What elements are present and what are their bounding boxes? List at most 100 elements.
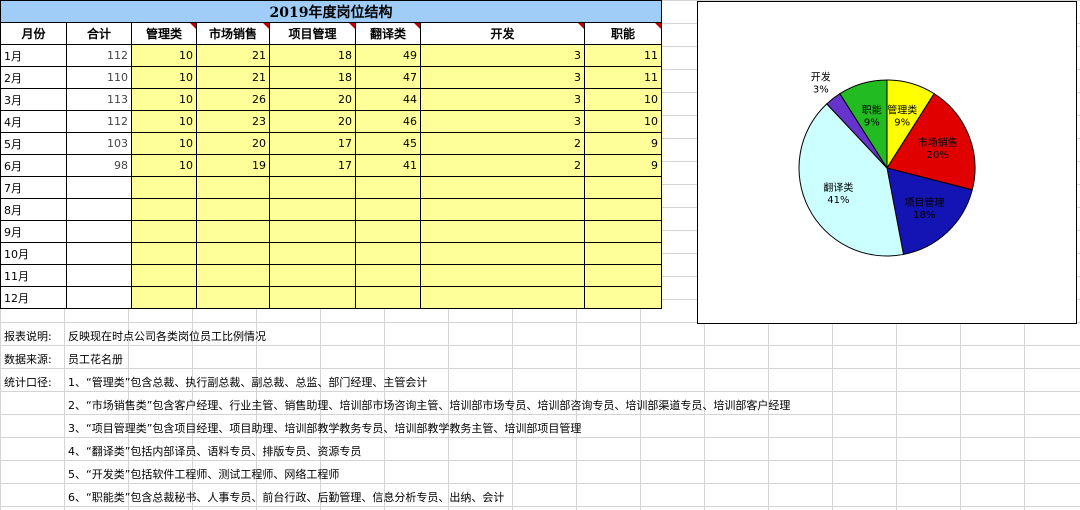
value-cell[interactable] [420,198,585,221]
value-cell[interactable] [196,242,270,265]
value-cell[interactable]: 18 [269,66,356,89]
month-cell[interactable]: 11月 [0,264,67,287]
value-cell[interactable]: 10 [131,154,197,177]
value-cell[interactable]: 47 [355,66,421,89]
value-cell[interactable] [355,286,421,309]
value-cell[interactable] [196,264,270,287]
total-cell[interactable]: 113 [66,88,132,111]
header-function[interactable]: 职能 [584,22,662,45]
total-cell[interactable] [66,242,132,265]
value-cell[interactable]: 3 [420,44,585,67]
value-cell[interactable] [269,286,356,309]
header-month[interactable]: 月份 [0,22,67,45]
value-cell[interactable] [420,176,585,199]
month-cell[interactable]: 12月 [0,286,67,309]
value-cell[interactable]: 9 [584,154,662,177]
month-cell[interactable]: 1月 [0,44,67,67]
value-cell[interactable] [131,264,197,287]
total-cell[interactable] [66,220,132,243]
value-cell[interactable] [584,264,662,287]
header-translation[interactable]: 翻译类 [355,22,421,45]
value-cell[interactable]: 49 [355,44,421,67]
value-cell[interactable]: 44 [355,88,421,111]
value-cell[interactable] [269,220,356,243]
header-total[interactable]: 合计 [66,22,132,45]
month-cell[interactable]: 2月 [0,66,67,89]
value-cell[interactable]: 2 [420,132,585,155]
month-cell[interactable]: 9月 [0,220,67,243]
value-cell[interactable] [420,220,585,243]
value-cell[interactable]: 41 [355,154,421,177]
month-cell[interactable]: 3月 [0,88,67,111]
value-cell[interactable] [196,220,270,243]
value-cell[interactable] [355,220,421,243]
value-cell[interactable]: 26 [196,88,270,111]
value-cell[interactable]: 20 [269,110,356,133]
value-cell[interactable]: 46 [355,110,421,133]
total-cell[interactable]: 110 [66,66,132,89]
value-cell[interactable]: 10 [584,88,662,111]
value-cell[interactable] [355,176,421,199]
value-cell[interactable]: 3 [420,88,585,111]
value-cell[interactable] [269,176,356,199]
value-cell[interactable]: 10 [131,88,197,111]
value-cell[interactable]: 10 [131,66,197,89]
value-cell[interactable]: 3 [420,110,585,133]
value-cell[interactable]: 10 [131,132,197,155]
total-cell[interactable] [66,264,132,287]
value-cell[interactable]: 2 [420,154,585,177]
month-cell[interactable]: 7月 [0,176,67,199]
value-cell[interactable]: 10 [131,110,197,133]
total-cell[interactable] [66,176,132,199]
header-management[interactable]: 管理类 [131,22,197,45]
value-cell[interactable]: 11 [584,44,662,67]
value-cell[interactable] [420,286,585,309]
total-cell[interactable]: 103 [66,132,132,155]
value-cell[interactable] [355,264,421,287]
month-cell[interactable]: 6月 [0,154,67,177]
value-cell[interactable] [131,176,197,199]
month-cell[interactable]: 4月 [0,110,67,133]
value-cell[interactable] [196,286,270,309]
value-cell[interactable] [269,264,356,287]
value-cell[interactable] [269,198,356,221]
header-sales[interactable]: 市场销售 [196,22,270,45]
value-cell[interactable] [584,286,662,309]
header-dev[interactable]: 开发 [420,22,585,45]
value-cell[interactable]: 20 [196,132,270,155]
value-cell[interactable] [131,220,197,243]
month-cell[interactable]: 5月 [0,132,67,155]
total-cell[interactable] [66,286,132,309]
total-cell[interactable]: 98 [66,154,132,177]
value-cell[interactable] [131,198,197,221]
value-cell[interactable] [196,198,270,221]
value-cell[interactable] [131,242,197,265]
value-cell[interactable]: 21 [196,66,270,89]
value-cell[interactable] [420,242,585,265]
value-cell[interactable]: 11 [584,66,662,89]
value-cell[interactable] [584,242,662,265]
value-cell[interactable]: 19 [196,154,270,177]
value-cell[interactable] [420,264,585,287]
value-cell[interactable]: 3 [420,66,585,89]
value-cell[interactable] [131,286,197,309]
total-cell[interactable] [66,198,132,221]
value-cell[interactable]: 17 [269,132,356,155]
value-cell[interactable]: 17 [269,154,356,177]
value-cell[interactable] [269,242,356,265]
month-cell[interactable]: 8月 [0,198,67,221]
value-cell[interactable] [584,220,662,243]
value-cell[interactable]: 45 [355,132,421,155]
total-cell[interactable]: 112 [66,110,132,133]
value-cell[interactable]: 23 [196,110,270,133]
value-cell[interactable]: 9 [584,132,662,155]
month-cell[interactable]: 10月 [0,242,67,265]
value-cell[interactable] [196,176,270,199]
value-cell[interactable]: 20 [269,88,356,111]
value-cell[interactable]: 10 [131,44,197,67]
sheet-title[interactable]: 2019年度岗位结构 [0,0,662,23]
value-cell[interactable]: 18 [269,44,356,67]
value-cell[interactable]: 10 [584,110,662,133]
value-cell[interactable] [355,242,421,265]
pie-chart[interactable]: 管理类 9% 市场销售 20% 项目管理 18% 翻译类 41% 开发 3% 职能 9% [697,1,1077,324]
